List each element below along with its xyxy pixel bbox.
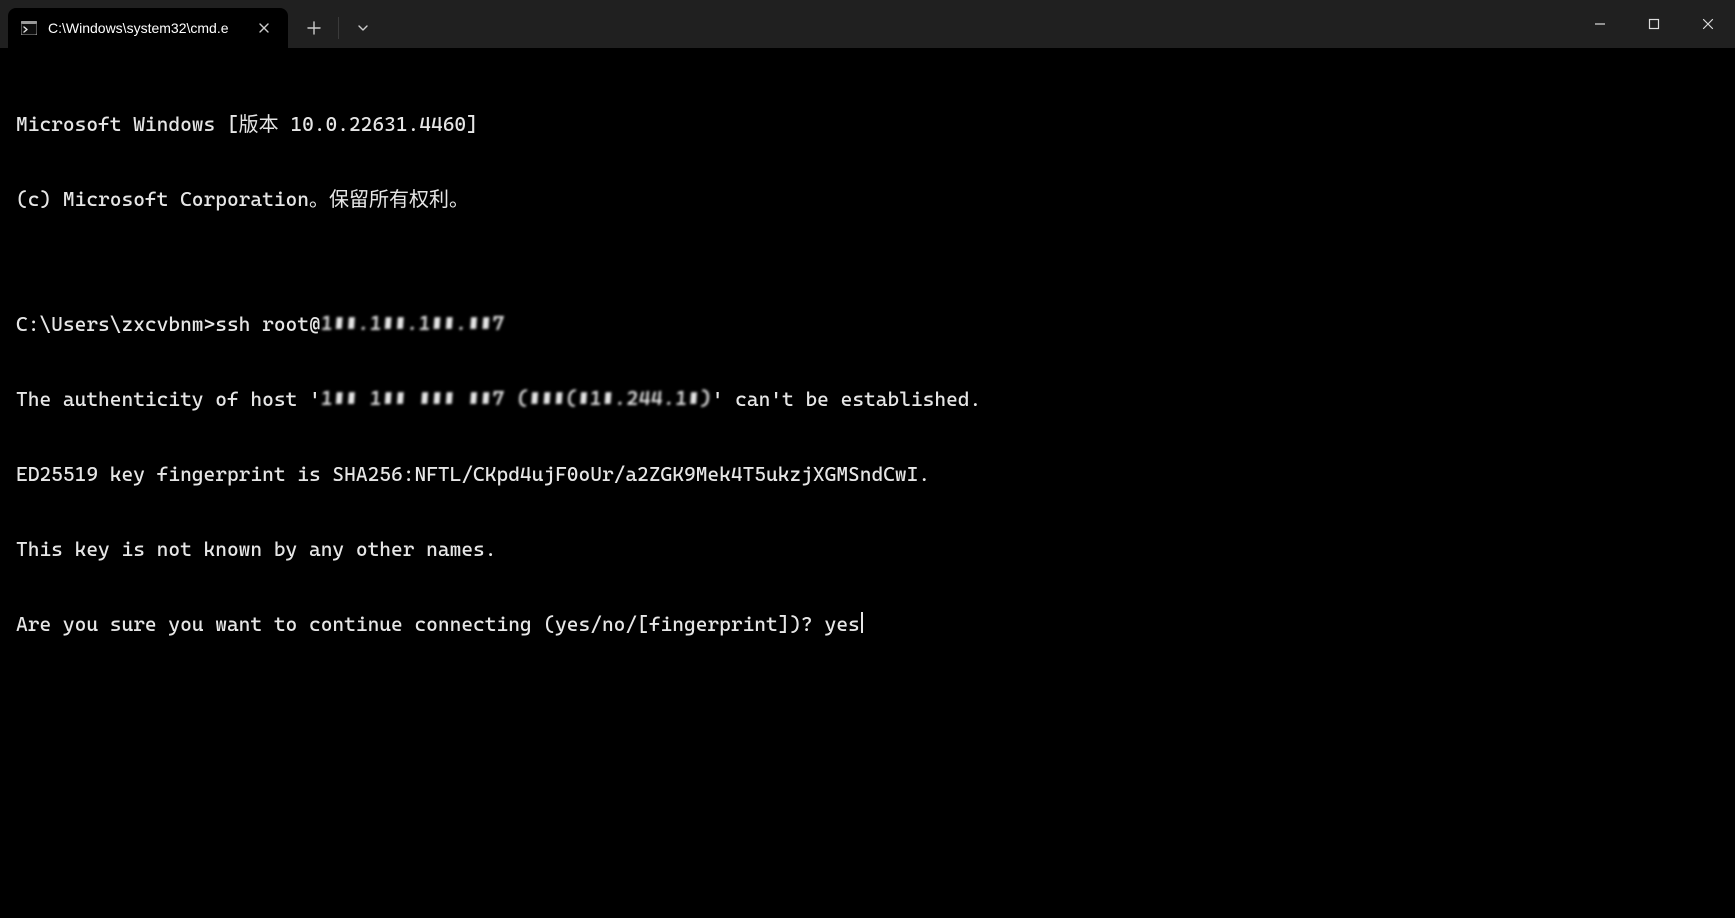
banner-version-line: Microsoft Windows [版本 10.0.22631.4460]	[16, 112, 1719, 137]
close-icon	[1702, 18, 1714, 30]
text-cursor	[861, 612, 863, 633]
tab-title: C:\Windows\system32\cmd.e	[48, 20, 242, 36]
maximize-icon	[1648, 18, 1660, 30]
close-window-button[interactable]	[1681, 0, 1735, 48]
window-controls	[1573, 0, 1735, 48]
tab-close-button[interactable]	[252, 16, 276, 40]
tab-divider	[338, 17, 339, 39]
prompt-line: C:\Users\zxcvbnm>ssh root@1▮▮.1▮▮.1▮▮.▮▮…	[16, 312, 1719, 337]
chevron-down-icon	[357, 22, 369, 34]
ssh-command-prefix: ssh root@	[215, 312, 320, 336]
ssh-host-obscured: 1▮▮.1▮▮.1▮▮.▮▮7	[320, 311, 505, 336]
titlebar-drag-region[interactable]	[385, 0, 1573, 48]
new-tab-button[interactable]	[292, 8, 336, 48]
banner-copyright-line: (c) Microsoft Corporation。保留所有权利。	[16, 187, 1719, 212]
tab-cmd[interactable]: C:\Windows\system32\cmd.e	[8, 8, 288, 48]
tab-dropdown-button[interactable]	[341, 8, 385, 48]
minimize-icon	[1594, 18, 1606, 30]
fingerprint-line: ED25519 key fingerprint is SHA256:NFTL/C…	[16, 462, 1719, 487]
maximize-button[interactable]	[1627, 0, 1681, 48]
minimize-button[interactable]	[1573, 0, 1627, 48]
tab-strip: C:\Windows\system32\cmd.e	[0, 0, 288, 48]
tab-actions	[288, 0, 385, 48]
terminal-viewport[interactable]: Microsoft Windows [版本 10.0.22631.4460] (…	[0, 48, 1735, 918]
authenticity-line: The authenticity of host '1▮▮ 1▮▮ ▮▮▮ ▮▮…	[16, 387, 1719, 412]
confirm-line: Are you sure you want to continue connec…	[16, 612, 1719, 637]
cmd-icon	[20, 19, 38, 37]
prompt-prefix: C:\Users\zxcvbnm>	[16, 312, 215, 336]
auth-suffix: ' can't be established.	[712, 387, 982, 411]
auth-host-obscured: 1▮▮ 1▮▮ ▮▮▮ ▮▮7 (▮▮▮(▮1▮.244.1▮)	[320, 386, 713, 411]
confirm-prompt: Are you sure you want to continue connec…	[16, 612, 825, 636]
auth-prefix: The authenticity of host '	[16, 387, 321, 411]
confirm-input: yes	[825, 612, 860, 636]
titlebar: C:\Windows\system32\cmd.e	[0, 0, 1735, 48]
plus-icon	[307, 21, 321, 35]
known-names-line: This key is not known by any other names…	[16, 537, 1719, 562]
